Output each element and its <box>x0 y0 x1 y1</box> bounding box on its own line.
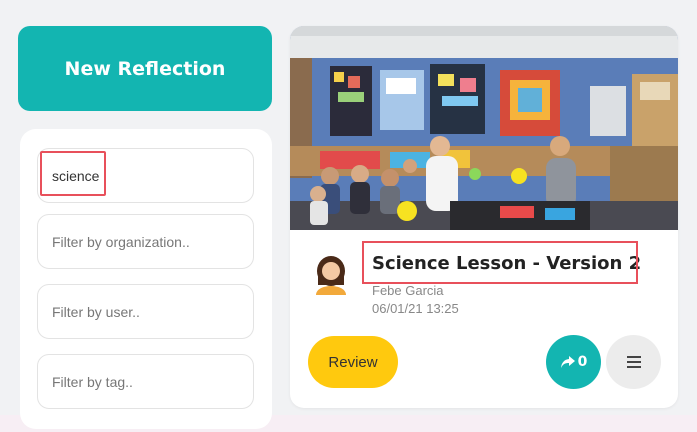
filter-user-input[interactable]: Filter by user.. <box>37 284 254 339</box>
reflection-thumbnail[interactable] <box>290 26 678 230</box>
author-name: Febe Garcia <box>372 283 444 298</box>
filter-organization-placeholder: Filter by organization.. <box>52 233 190 250</box>
reflection-title[interactable]: Science Lesson - Version 2 <box>372 253 641 274</box>
share-icon <box>560 356 575 368</box>
avatar-icon <box>316 256 346 295</box>
filter-tag-placeholder: Filter by tag.. <box>52 373 133 390</box>
search-input[interactable]: science <box>37 148 254 203</box>
share-count: 0 <box>577 354 588 370</box>
review-button[interactable]: Review <box>308 336 398 388</box>
search-input-value: science <box>52 167 100 184</box>
hamburger-menu-icon <box>626 356 641 368</box>
review-button-label: Review <box>328 353 378 371</box>
reflection-timestamp: 06/01/21 13:25 <box>372 301 459 316</box>
share-button[interactable]: 0 <box>546 335 601 389</box>
filter-organization-input[interactable]: Filter by organization.. <box>37 214 254 269</box>
filter-user-placeholder: Filter by user.. <box>52 303 140 320</box>
new-reflection-button[interactable]: New Reflection <box>18 26 272 111</box>
new-reflection-label: New Reflection <box>64 57 226 80</box>
filter-tag-input[interactable]: Filter by tag.. <box>37 354 254 409</box>
card-menu-button[interactable] <box>606 335 661 389</box>
